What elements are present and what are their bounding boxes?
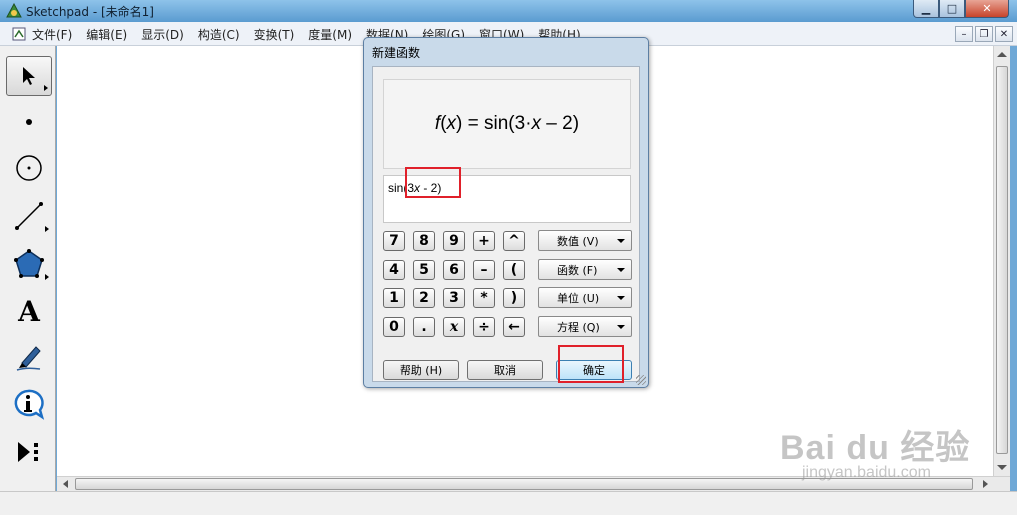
info-icon — [14, 389, 45, 420]
functions-dropdown[interactable]: 函数 (F) — [538, 259, 632, 280]
watermark: Bai du 经验 jingyan.baidu.com — [780, 420, 971, 481]
values-dropdown[interactable]: 数值 (V) — [538, 230, 632, 251]
functions-dropdown-label: 函数 (F) — [557, 263, 598, 277]
function-preview-text: f(x) = sin(3·x – 2) — [434, 113, 580, 134]
units-dropdown-label: 单位 (U) — [557, 291, 600, 305]
key-plus[interactable]: + — [473, 231, 495, 251]
highlight-box-expression — [405, 167, 461, 198]
watermark-site: jingyan.baidu.com — [802, 464, 931, 481]
chevron-down-icon — [617, 296, 625, 300]
key-7[interactable]: 7 — [383, 231, 405, 251]
key-close-paren[interactable]: ) — [503, 288, 525, 308]
equations-dropdown[interactable]: 方程 (Q) — [538, 316, 632, 337]
key-6[interactable]: 6 — [443, 260, 465, 280]
watermark-brand: Bai du 经验 — [780, 429, 971, 467]
function-preview: f(x) = sin(3·x – 2) — [383, 79, 631, 169]
key-open-paren[interactable]: ( — [503, 260, 525, 280]
menu-file[interactable]: 文件(F) — [32, 26, 72, 43]
window-title-bar: Sketchpad - [未命名1] ▁ □ ✕ — [0, 0, 1017, 22]
key-1[interactable]: 1 — [383, 288, 405, 308]
close-button[interactable]: ✕ — [965, 0, 1009, 18]
new-function-dialog: 新建函数 f(x) = sin(3·x – 2) sin(3x - 2) 7 8… — [363, 37, 649, 388]
units-dropdown[interactable]: 单位 (U) — [538, 287, 632, 308]
info-tool[interactable] — [6, 384, 52, 424]
key-0[interactable]: 0 — [383, 317, 405, 337]
doc-close-button[interactable]: ✕ — [995, 26, 1013, 42]
key-variable-x[interactable]: x — [443, 317, 465, 337]
menu-construct[interactable]: 构造(C) — [198, 26, 240, 43]
vertical-scroll-thumb[interactable] — [996, 66, 1008, 454]
arrow-icon — [23, 67, 35, 85]
key-3[interactable]: 3 — [443, 288, 465, 308]
doc-restore-button[interactable]: ❐ — [975, 26, 993, 42]
key-4[interactable]: 4 — [383, 260, 405, 280]
maximize-button[interactable]: □ — [939, 0, 965, 18]
marker-tool[interactable] — [6, 336, 52, 376]
key-backspace[interactable]: ← — [503, 317, 525, 337]
window-controls: ▁ □ ✕ — [913, 0, 1009, 18]
arrow-tool[interactable] — [6, 56, 52, 96]
dialog-body: f(x) = sin(3·x – 2) sin(3x - 2) 7 8 9 + … — [372, 66, 640, 383]
vertical-scrollbar[interactable] — [993, 46, 1010, 476]
key-minus[interactable]: – — [473, 260, 495, 280]
key-5[interactable]: 5 — [413, 260, 435, 280]
scroll-left-arrow-icon[interactable] — [63, 480, 68, 488]
resize-grip-icon[interactable] — [636, 375, 646, 385]
pentagon-icon — [14, 249, 44, 278]
doc-minimize-button[interactable]: – — [955, 26, 973, 42]
chevron-down-icon — [617, 268, 625, 272]
key-decimal[interactable]: . — [413, 317, 435, 337]
menu-display[interactable]: 显示(D) — [141, 26, 184, 43]
circle-icon — [16, 155, 42, 181]
chevron-down-icon — [617, 325, 625, 329]
text-tool[interactable]: A — [6, 291, 52, 331]
values-dropdown-label: 数值 (V) — [557, 234, 599, 248]
pen-icon — [16, 346, 41, 371]
line-icon — [15, 202, 43, 230]
scroll-right-arrow-icon[interactable] — [983, 480, 988, 488]
straightedge-tool[interactable] — [6, 196, 52, 236]
highlight-box-ok — [558, 345, 624, 383]
scroll-down-arrow-icon[interactable] — [997, 465, 1007, 470]
menu-transform[interactable]: 变换(T) — [254, 26, 295, 43]
cancel-button[interactable]: 取消 — [467, 360, 543, 380]
menu-edit[interactable]: 编辑(E) — [86, 26, 127, 43]
scroll-up-arrow-icon[interactable] — [997, 52, 1007, 57]
minimize-button[interactable]: ▁ — [913, 0, 939, 18]
toolbox: A — [0, 46, 56, 491]
sketchpad-app-icon — [6, 3, 22, 18]
play-dots-icon — [18, 442, 38, 462]
point-tool[interactable] — [6, 102, 52, 142]
chevron-down-icon — [617, 239, 625, 243]
compass-tool[interactable] — [6, 148, 52, 188]
text-icon: A — [18, 294, 40, 328]
status-bar — [0, 491, 1017, 515]
document-icon[interactable] — [12, 27, 26, 41]
equations-dropdown-label: 方程 (Q) — [557, 320, 600, 334]
key-8[interactable]: 8 — [413, 231, 435, 251]
point-icon — [26, 119, 32, 125]
key-power[interactable]: ^ — [503, 231, 525, 251]
window-title: Sketchpad - [未命名1] — [26, 5, 154, 19]
key-multiply[interactable]: * — [473, 288, 495, 308]
help-button[interactable]: 帮助 (H) — [383, 360, 459, 380]
dialog-title: 新建函数 — [372, 46, 421, 60]
polygon-tool[interactable] — [6, 244, 52, 284]
key-divide[interactable]: ÷ — [473, 317, 495, 337]
key-9[interactable]: 9 — [443, 231, 465, 251]
custom-tool[interactable] — [6, 432, 52, 472]
menu-measure[interactable]: 度量(M) — [308, 26, 352, 43]
key-2[interactable]: 2 — [413, 288, 435, 308]
